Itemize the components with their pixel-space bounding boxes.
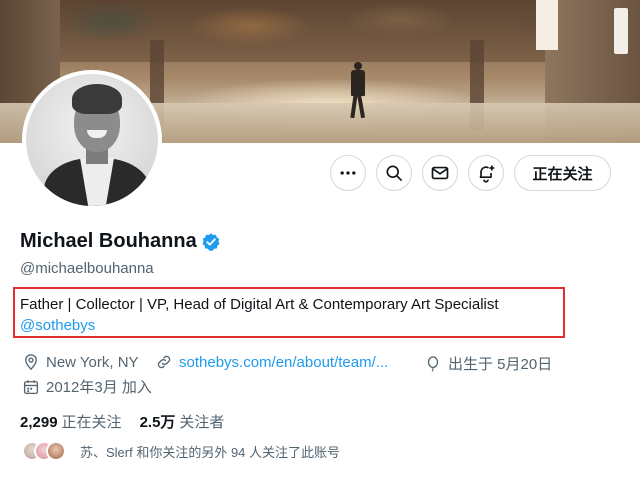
notify-button[interactable] (468, 155, 504, 191)
followers-you-know-text: 苏、Slerf 和你关注的另外 94 人关注了此账号 (80, 444, 341, 460)
search-icon (386, 165, 402, 181)
bell-plus-icon (479, 165, 495, 183)
joined-item: 2012年3月 加入 (22, 376, 152, 397)
birthday-text: 出生于 5月20日 (448, 356, 553, 373)
calendar-icon (23, 379, 39, 394)
followers-count: 2.5万 (139, 414, 176, 431)
bio-mention-link[interactable]: @sothebys (20, 317, 95, 334)
search-button[interactable] (376, 155, 412, 191)
mail-icon (431, 166, 449, 180)
profile-page: 正在关注 Michael Bouhanna @michaelbouhanna F… (0, 0, 640, 482)
link-icon (157, 355, 171, 369)
balloon-icon (427, 355, 439, 372)
verified-badge-icon[interactable] (201, 232, 221, 252)
birthday-item: 出生于 5月20日 (424, 353, 552, 374)
followers-label: 关注者 (179, 414, 225, 431)
location-item: New York, NY (22, 353, 139, 371)
location-pin-icon (25, 354, 37, 371)
name-row: Michael Bouhanna (20, 230, 221, 253)
followers-you-know[interactable]: 苏、Slerf 和你关注的另外 94 人关注了此账号 (22, 441, 340, 461)
location-text: New York, NY (46, 353, 139, 371)
bio-text: Father | Collector | VP, Head of Digital… (20, 296, 499, 313)
banner-figure (348, 62, 368, 120)
message-button[interactable] (422, 155, 458, 191)
banner-window-2 (536, 0, 558, 50)
user-handle: @michaelbouhanna (20, 260, 154, 277)
more-button[interactable] (330, 155, 366, 191)
mini-avatar (46, 441, 66, 461)
more-horizontal-icon (340, 171, 356, 175)
following-button[interactable]: 正在关注 (514, 155, 611, 191)
followers-stat[interactable]: 2.5万 关注者 (140, 411, 225, 432)
following-stat[interactable]: 2,299 正在关注 (20, 411, 122, 432)
display-name: Michael Bouhanna (20, 230, 197, 252)
following-label: 正在关注 (61, 414, 122, 431)
banner-window (614, 8, 628, 54)
website-item[interactable]: sothebys.com/en/about/team/... (155, 353, 388, 371)
website-link[interactable]: sothebys.com/en/about/team/... (179, 354, 388, 371)
profile-avatar[interactable] (22, 70, 162, 210)
joined-text: 2012年3月 加入 (46, 379, 152, 396)
follow-stats: 2,299 正在关注 2.5万 关注者 (20, 411, 224, 432)
following-count: 2,299 (20, 414, 58, 431)
